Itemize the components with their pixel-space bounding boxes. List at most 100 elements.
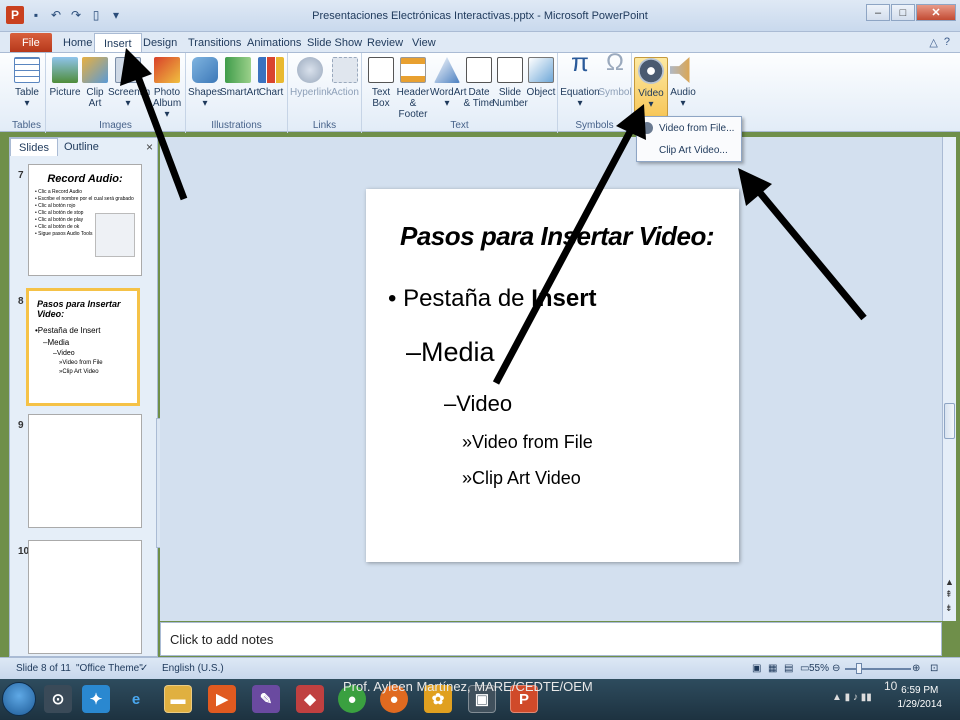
window-title: Presentaciones Electrónicas Interactivas… <box>312 10 648 22</box>
redo-icon[interactable]: ↷ <box>68 7 84 23</box>
object-icon <box>528 57 554 83</box>
zoom-out-icon[interactable]: ⊖ <box>832 663 840 674</box>
bullet-level-1[interactable]: • Pestaña de Insert <box>388 285 597 313</box>
omega-icon: Ω <box>606 49 624 76</box>
thumb-number: 8 <box>18 296 24 307</box>
previous-slide-icon[interactable]: ⇞ <box>945 589 953 600</box>
zoom-slider[interactable] <box>845 668 911 670</box>
table-button[interactable]: Table ▾ <box>10 57 44 109</box>
powerpoint-app-icon[interactable]: P <box>6 6 24 24</box>
chart-button[interactable]: Chart <box>254 57 288 98</box>
language[interactable]: English (U.S.) <box>162 663 224 674</box>
thumb-number: 7 <box>18 170 24 181</box>
minimize-button[interactable]: – <box>866 4 890 21</box>
zoom-level[interactable]: 55% <box>809 663 829 674</box>
tab-view[interactable]: View <box>403 33 445 52</box>
object-button[interactable]: Object <box>524 57 558 98</box>
taskbar-bird-icon[interactable]: ✦ <box>82 685 110 713</box>
smartart-icon <box>225 57 251 83</box>
file-explorer-icon[interactable]: ▬ <box>164 685 192 713</box>
header-footer-button[interactable]: Header & Footer <box>394 57 432 120</box>
vertical-scrollbar[interactable]: ▲ ⇞ ⇟ <box>942 137 956 621</box>
notes-pane[interactable]: Click to add notes <box>160 622 942 656</box>
taskbar-app-icon-2[interactable]: ✎ <box>252 685 280 713</box>
slide-thumbnail-8[interactable]: Pasos para Insertar Video: •Pestaña de I… <box>26 288 140 406</box>
speaker-icon <box>670 57 690 83</box>
title-bar: P ▪ ↶ ↷ ▯ ▾ Presentaciones Electrónicas … <box>0 0 960 32</box>
taskbar-app-icon-3[interactable]: ◆ <box>296 685 324 713</box>
spellcheck-icon[interactable]: ✓ <box>140 663 148 674</box>
media-player-icon[interactable]: ▶ <box>208 685 236 713</box>
audio-button[interactable]: Audio ▾ <box>666 57 700 109</box>
wordart-icon <box>434 57 460 83</box>
tab-outline[interactable]: Outline <box>56 138 107 156</box>
internet-explorer-icon[interactable]: e <box>122 685 150 713</box>
next-slide-icon[interactable]: ⇟ <box>945 603 953 614</box>
reading-view-icon[interactable]: ▤ <box>784 663 793 674</box>
save-icon[interactable]: ▪ <box>28 7 44 23</box>
video-from-file-item[interactable]: Video from File... <box>637 119 741 139</box>
wordart-button[interactable]: WordArt ▾ <box>430 57 467 109</box>
film-reel-icon <box>638 58 664 84</box>
text-box-button[interactable]: Text Box <box>364 57 398 109</box>
bullet-level-4-video-from-file[interactable]: »Video from File <box>462 432 593 453</box>
video-button[interactable]: Video ▾ <box>634 57 668 117</box>
tab-slides[interactable]: Slides <box>10 138 58 156</box>
group-symbols: π Equation ▾ Ω Symbol Symbols <box>558 49 632 133</box>
customize-toolbar-icon[interactable]: ▾ <box>108 7 124 23</box>
picture-button[interactable]: Picture <box>48 57 82 98</box>
tab-file[interactable]: File <box>10 33 52 52</box>
picture-icon <box>52 57 78 83</box>
equation-button[interactable]: π Equation ▾ <box>560 49 600 109</box>
zoom-slider-handle[interactable] <box>856 663 862 674</box>
close-button[interactable]: ✕ <box>916 4 956 21</box>
ribbon-tabs: File Home Insert Design Transitions Anim… <box>0 32 960 52</box>
group-links: Hyperlink Action Links <box>288 53 362 133</box>
slide-thumbnail-9[interactable] <box>28 414 142 528</box>
screenshot-icon <box>115 57 141 83</box>
header-footer-icon <box>400 57 426 83</box>
audio-tools-preview <box>95 213 135 257</box>
scroll-thumb[interactable] <box>944 403 955 439</box>
slide-thumbnail-10[interactable] <box>28 540 142 654</box>
new-file-icon[interactable]: ▯ <box>88 7 104 23</box>
slide-thumbnail-7[interactable]: Record Audio: • Clic a Record Audio • Es… <box>28 164 142 276</box>
slide-title[interactable]: Pasos para Insertar Video: <box>400 221 715 252</box>
system-tray[interactable]: ▲ ▮ ♪ ▮▮ <box>832 692 872 703</box>
video-file-icon <box>641 122 653 134</box>
fit-to-window-icon[interactable]: ⊡ <box>930 663 938 674</box>
zoom-in-icon[interactable]: ⊕ <box>912 663 920 674</box>
clip-art-button[interactable]: Clip Art <box>78 57 112 109</box>
slide-sorter-icon[interactable]: ▦ <box>768 663 777 674</box>
symbol-button[interactable]: Ω Symbol <box>598 49 632 99</box>
help-icon[interactable]: ? <box>944 36 950 49</box>
undo-icon[interactable]: ↶ <box>48 7 64 23</box>
date-time-icon <box>466 57 492 83</box>
bullet-level-2[interactable]: –Media <box>406 337 495 368</box>
bullet-level-4-clip-art-video[interactable]: »Clip Art Video <box>462 468 581 489</box>
taskbar-app-icon[interactable]: ⊙ <box>44 685 72 713</box>
normal-view-icon[interactable]: ▣ <box>752 663 761 674</box>
bullet-level-3[interactable]: –Video <box>444 391 512 417</box>
shapes-icon <box>192 57 218 83</box>
status-bar: Slide 8 of 11 "Office Theme" ✓ English (… <box>0 657 960 679</box>
help-controls: △ ? <box>929 36 950 49</box>
maximize-button[interactable]: □ <box>891 4 915 21</box>
clock[interactable]: 6:59 PM 1/29/2014 <box>898 684 943 712</box>
smartart-button[interactable]: SmartArt <box>220 57 259 98</box>
group-illustrations: Shapes ▾ SmartArt Chart Illustrations <box>186 53 288 133</box>
screenshot-button[interactable]: Screensh ▾ <box>108 57 150 109</box>
slide-number-button[interactable]: Slide Number <box>492 57 528 109</box>
hyperlink-button[interactable]: Hyperlink <box>290 57 332 98</box>
collapse-ribbon-icon[interactable]: △ <box>929 36 937 49</box>
close-pane-icon[interactable]: × <box>146 140 153 154</box>
photo-album-button[interactable]: Photo Album ▾ <box>150 57 184 120</box>
current-slide[interactable]: Pasos para Insertar Video: • Pestaña de … <box>366 189 739 562</box>
scroll-up-icon[interactable]: ▲ <box>945 577 954 587</box>
shapes-button[interactable]: Shapes ▾ <box>188 57 222 109</box>
start-button[interactable] <box>2 682 36 716</box>
clip-art-video-item[interactable]: Clip Art Video... <box>637 141 741 161</box>
date-time-button[interactable]: Date & Time <box>462 57 496 109</box>
action-button[interactable]: Action <box>328 57 362 98</box>
chart-icon <box>258 57 284 83</box>
